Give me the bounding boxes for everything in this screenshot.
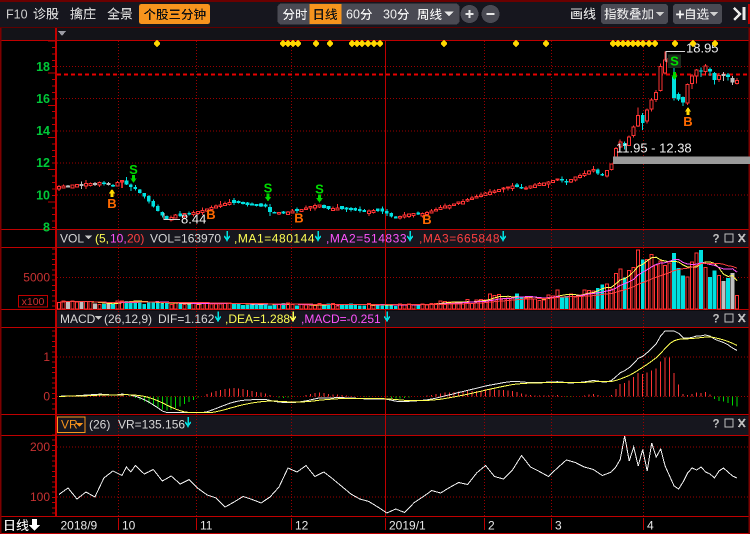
svg-text:+: + [676, 7, 685, 24]
svg-text:B: B [206, 207, 215, 222]
svg-text:x100: x100 [22, 296, 45, 308]
svg-text:16: 16 [36, 92, 50, 106]
svg-text:DIF=1.162: DIF=1.162 [158, 312, 215, 326]
svg-text:VR=135.156: VR=135.156 [118, 418, 185, 432]
svg-text:12: 12 [36, 156, 50, 170]
svg-text:5000: 5000 [23, 271, 50, 285]
svg-text:11: 11 [200, 519, 213, 533]
svg-text:200: 200 [30, 440, 50, 454]
svg-text:0: 0 [43, 389, 50, 403]
svg-text:8.44: 8.44 [181, 212, 206, 227]
svg-text:B: B [683, 114, 692, 129]
svg-text:S: S [129, 162, 138, 177]
svg-text:?: ? [712, 419, 719, 431]
svg-text:,MA1=480144: ,MA1=480144 [234, 232, 315, 246]
svg-text:,MA3=665848: ,MA3=665848 [419, 232, 500, 246]
svg-text:(5,: (5, [95, 232, 109, 246]
svg-text:VOL: VOL [60, 232, 84, 246]
svg-text:10,: 10, [110, 232, 127, 246]
svg-text:S: S [264, 180, 273, 195]
svg-text:,MACD=-0.251: ,MACD=-0.251 [301, 312, 381, 326]
svg-text:?: ? [712, 234, 719, 246]
svg-text:8: 8 [43, 221, 50, 235]
svg-text:1: 1 [43, 350, 50, 364]
svg-text:12: 12 [295, 519, 309, 533]
svg-text:20): 20) [127, 232, 144, 246]
svg-text:,MA2=514833: ,MA2=514833 [326, 232, 407, 246]
svg-text:(26): (26) [89, 418, 110, 432]
svg-text:S: S [670, 54, 679, 69]
svg-text:2018/9: 2018/9 [61, 519, 98, 533]
svg-text:60: 60 [346, 8, 360, 22]
svg-text:F10: F10 [6, 8, 28, 22]
svg-text:4: 4 [647, 519, 654, 533]
svg-text:VR: VR [61, 418, 78, 432]
svg-text:3: 3 [555, 519, 562, 533]
svg-text:B: B [294, 211, 303, 226]
svg-text:MACD: MACD [60, 312, 96, 326]
svg-text:S: S [315, 182, 324, 197]
svg-text:2: 2 [488, 519, 495, 533]
svg-text:10: 10 [36, 188, 50, 202]
svg-text:30: 30 [383, 8, 397, 22]
svg-text:2019/1: 2019/1 [389, 519, 426, 533]
svg-text:B: B [107, 196, 116, 211]
svg-text:18: 18 [36, 60, 50, 74]
svg-text:I: I [120, 179, 123, 191]
svg-text:B: B [422, 212, 431, 227]
svg-text:100: 100 [30, 490, 50, 504]
svg-text:14: 14 [36, 124, 50, 138]
svg-text:?: ? [712, 314, 719, 326]
svg-text:11.95 - 12.38: 11.95 - 12.38 [616, 141, 692, 156]
svg-text:10: 10 [122, 519, 136, 533]
svg-text:,DEA=1.288: ,DEA=1.288 [225, 312, 290, 326]
svg-text:(26,12,9): (26,12,9) [104, 312, 152, 326]
svg-text:VOL=163970: VOL=163970 [150, 232, 221, 246]
